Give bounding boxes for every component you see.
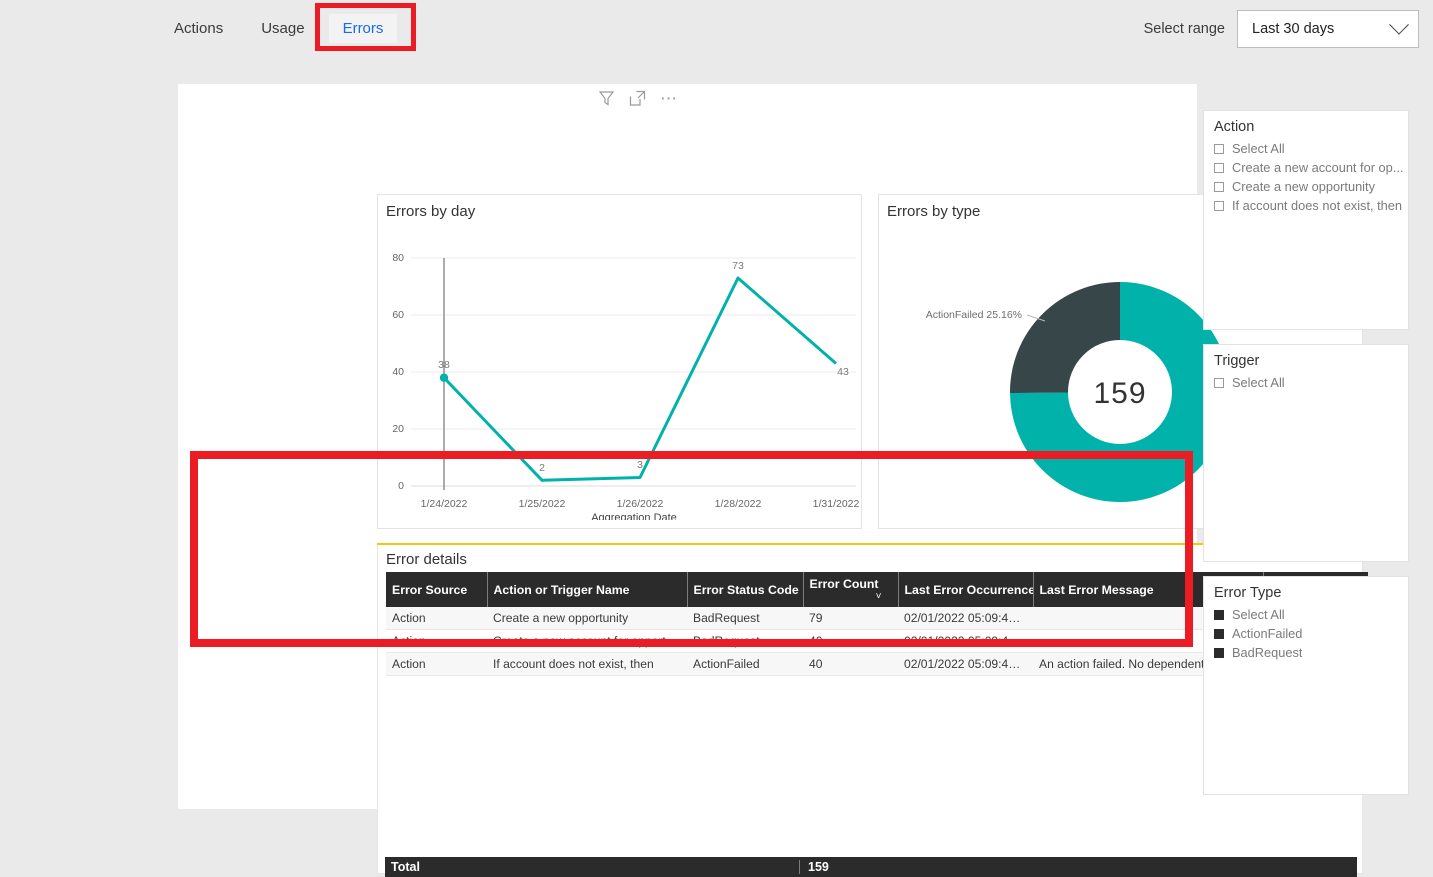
report-canvas: ⋯ Errors by day 80 60 40 20 0 38 2 3 [178, 84, 1197, 809]
cell-action-name: Create a new account for opportunity [487, 630, 687, 653]
column-header-error-source[interactable]: Error Source [386, 572, 487, 607]
slicer-action-list: Select All Create a new account for op..… [1204, 139, 1408, 214]
cell-error-count: 40 [803, 653, 898, 676]
cell-error-source: Action [386, 653, 487, 676]
slicer-item-label: ActionFailed [1232, 626, 1302, 642]
focus-mode-icon[interactable] [629, 90, 646, 107]
checkbox-checked-icon[interactable] [1214, 610, 1224, 620]
slicer-item-create-opportunity[interactable]: Create a new opportunity [1214, 179, 1408, 195]
checkbox-unchecked-icon[interactable] [1214, 378, 1224, 388]
y-tick-40: 40 [392, 366, 404, 378]
tab-usage[interactable]: Usage [247, 14, 318, 43]
column-header-error-count-label: Error Count [810, 577, 879, 591]
slicer-item-label: Create a new opportunity [1232, 179, 1375, 195]
cell-error-source: Action [386, 607, 487, 630]
series-marker-highlighted [440, 374, 448, 382]
slicer-item-label: If account does not exist, then [1232, 198, 1402, 214]
errors-by-day-chart: 80 60 40 20 0 38 2 3 73 43 1/24/2022 1/2… [378, 220, 861, 520]
table-total-row: Total 159 [385, 857, 1357, 877]
x-axis-title: Aggregation Date [591, 512, 677, 520]
checkbox-unchecked-icon[interactable] [1214, 182, 1224, 192]
cell-last-occurrence: 02/01/2022 05:09:46 AM [898, 653, 1033, 676]
slicer-error-type-title: Error Type [1204, 577, 1408, 605]
column-header-status-code[interactable]: Error Status Code [687, 572, 803, 607]
donut-label-actionfailed: ActionFailed 25.16% [926, 309, 1022, 321]
errors-by-day-visual[interactable]: Errors by day 80 60 40 20 0 38 2 3 73 43 [377, 194, 862, 529]
checkbox-checked-icon[interactable] [1214, 648, 1224, 658]
x-tick-4: 1/31/2022 [813, 498, 860, 510]
slicer-item-label: Select All [1232, 375, 1285, 391]
select-range-label: Select range [1144, 21, 1225, 37]
select-range-value: Last 30 days [1252, 21, 1334, 37]
cell-action-name: Create a new opportunity [487, 607, 687, 630]
slicer-item-label: Create a new account for op... [1232, 160, 1403, 176]
data-label-1: 2 [539, 462, 545, 474]
slicer-trigger-list: Select All [1204, 373, 1408, 391]
y-tick-60: 60 [392, 309, 404, 321]
slicer-item-label: BadRequest [1232, 645, 1302, 661]
data-label-4: 43 [837, 366, 849, 378]
checkbox-checked-icon[interactable] [1214, 629, 1224, 639]
cell-last-occurrence: 02/01/2022 05:09:46 AM [898, 630, 1033, 653]
slicer-item-label: Select All [1232, 141, 1285, 157]
donut-total-value: 159 [1093, 377, 1146, 410]
errors-series-line [444, 278, 836, 480]
cell-action-name: If account does not exist, then [487, 653, 687, 676]
slicer-item-select-all[interactable]: Select All [1214, 141, 1408, 157]
slicer-rail: Action Select All Create a new account f… [1203, 110, 1409, 809]
column-header-action-name[interactable]: Action or Trigger Name [487, 572, 687, 607]
total-label: Total [385, 860, 800, 874]
data-label-2: 3 [637, 459, 643, 471]
cell-error-source: Action [386, 630, 487, 653]
select-range-dropdown[interactable]: Last 30 days [1237, 10, 1419, 48]
data-label-3: 73 [732, 260, 744, 272]
cell-error-count: 40 [803, 630, 898, 653]
range-picker-group: Select range Last 30 days [1144, 10, 1419, 48]
errors-by-day-title: Errors by day [378, 195, 861, 220]
tab-errors[interactable]: Errors [329, 14, 398, 43]
tab-actions[interactable]: Actions [160, 14, 237, 43]
cell-error-count: 79 [803, 607, 898, 630]
checkbox-unchecked-icon[interactable] [1214, 144, 1224, 154]
x-tick-1: 1/25/2022 [519, 498, 566, 510]
y-tick-20: 20 [392, 423, 404, 435]
slicer-error-type-list: Select All ActionFailed BadRequest [1204, 605, 1408, 661]
column-header-last-occurrence[interactable]: Last Error Occurrence [898, 572, 1033, 607]
cell-status-code: ActionFailed [687, 653, 803, 676]
cell-last-occurrence: 02/01/2022 05:09:49 AM [898, 607, 1033, 630]
slicer-action[interactable]: Action Select All Create a new account f… [1203, 110, 1409, 330]
filter-funnel-icon[interactable] [598, 90, 615, 107]
slicer-trigger[interactable]: Trigger Select All [1203, 344, 1409, 562]
slicer-trigger-title: Trigger [1204, 345, 1408, 373]
y-tick-0: 0 [398, 480, 404, 492]
tab-list: Actions Usage Errors [160, 0, 407, 56]
checkbox-unchecked-icon[interactable] [1214, 201, 1224, 211]
slicer-item-if-account-not-exist[interactable]: If account does not exist, then [1214, 198, 1408, 214]
cell-status-code: BadRequest [687, 630, 803, 653]
data-label-0: 38 [438, 359, 450, 371]
slicer-item-label: Select All [1232, 607, 1285, 623]
slicer-item-select-all[interactable]: Select All [1214, 375, 1408, 391]
chevron-down-icon [1389, 15, 1409, 35]
sort-descending-icon[interactable]: ˅ [876, 591, 882, 602]
y-tick-80: 80 [392, 252, 404, 264]
more-options-icon[interactable]: ⋯ [660, 94, 679, 104]
slicer-item-actionfailed[interactable]: ActionFailed [1214, 626, 1408, 642]
slicer-item-create-account[interactable]: Create a new account for op... [1214, 160, 1408, 176]
total-value: 159 [800, 860, 829, 874]
x-tick-3: 1/28/2022 [715, 498, 762, 510]
checkbox-unchecked-icon[interactable] [1214, 163, 1224, 173]
slicer-item-badrequest[interactable]: BadRequest [1214, 645, 1408, 661]
x-tick-2: 1/26/2022 [617, 498, 664, 510]
slicer-item-select-all[interactable]: Select All [1214, 607, 1408, 623]
x-tick-0: 1/24/2022 [421, 498, 468, 510]
column-header-error-count[interactable]: Error Count ˅ [803, 572, 898, 607]
visual-toolbar: ⋯ [598, 90, 679, 107]
slicer-action-title: Action [1204, 111, 1408, 139]
slicer-error-type[interactable]: Error Type Select All ActionFailed BadRe… [1203, 576, 1409, 795]
cell-status-code: BadRequest [687, 607, 803, 630]
top-bar: Actions Usage Errors Select range Last 3… [0, 0, 1433, 56]
